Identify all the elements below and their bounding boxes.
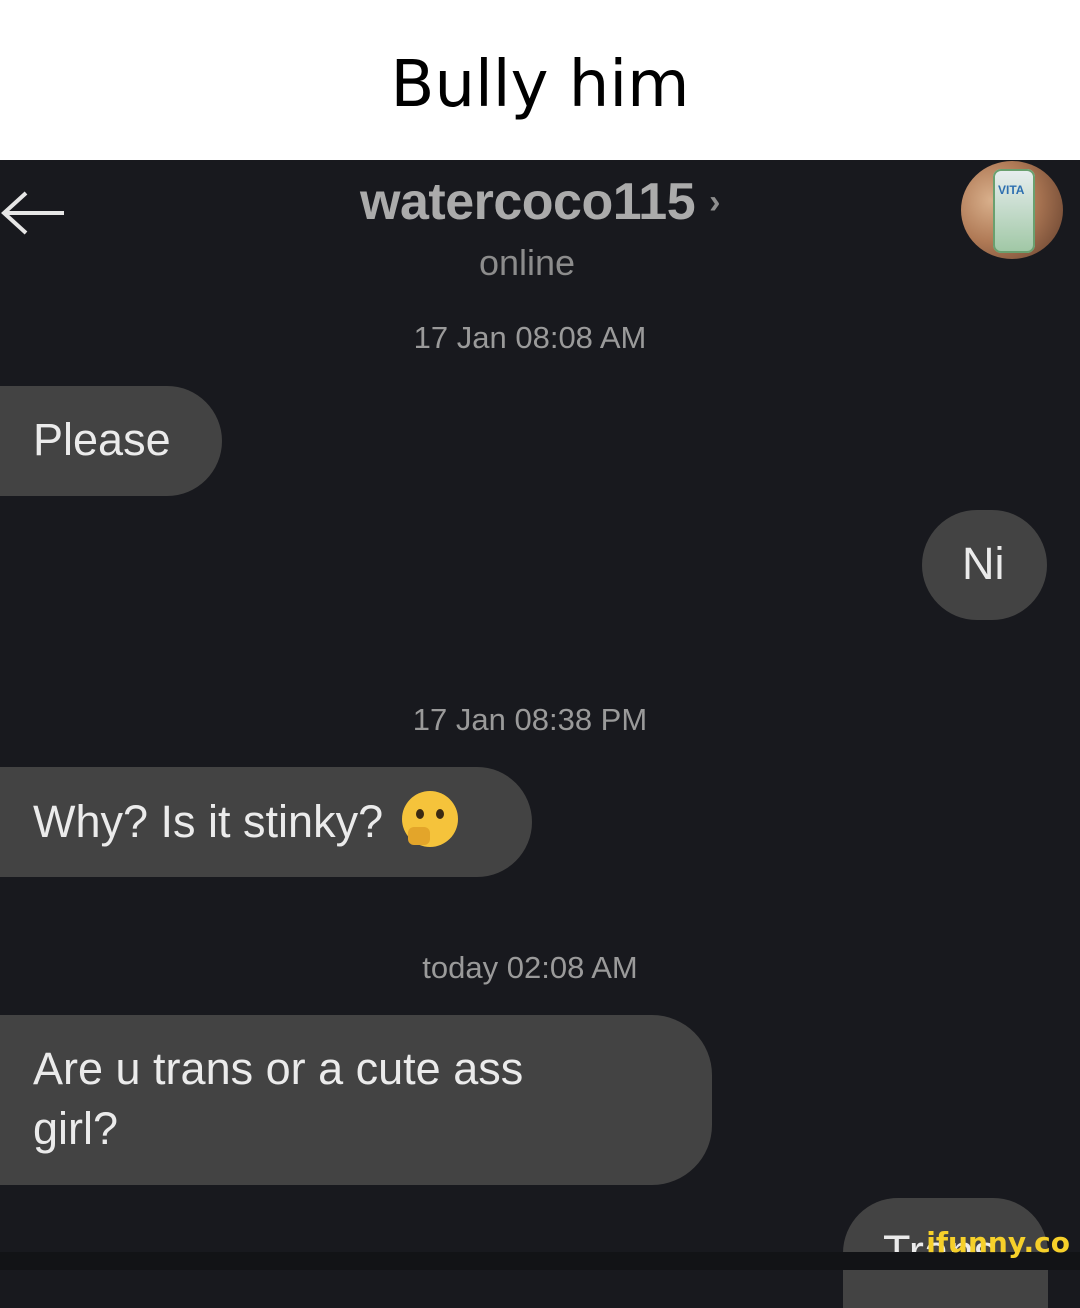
received-message-bubble[interactable]: Are u trans or a cute ass girl?	[0, 1015, 712, 1185]
avatar[interactable]: VITA	[961, 161, 1063, 259]
ifunny-watermark: ifunny.co	[926, 1226, 1070, 1259]
received-message-bubble[interactable]: Please	[0, 386, 222, 496]
message-text: Why? Is it stinky?	[33, 796, 384, 847]
thinking-face-emoji-icon	[401, 791, 458, 847]
chat-screen: watercoco115 › online VITA 17 Jan 08:08 A…	[0, 160, 1080, 1308]
timestamp: today 02:08 AM	[422, 950, 638, 985]
timestamp: 17 Jan 08:38 PM	[412, 702, 648, 737]
timestamp: 17 Jan 08:08 AM	[413, 320, 647, 355]
chevron-right-icon[interactable]: ›	[709, 183, 720, 221]
coconut-water-bottle-icon: VITA	[993, 169, 1035, 253]
received-message-bubble[interactable]: Why? Is it stinky?	[0, 767, 532, 877]
online-status: online	[478, 242, 576, 283]
footer-bar	[0, 1252, 1080, 1270]
chat-username[interactable]: watercoco115 ›	[0, 172, 1080, 232]
meme-caption: Bully him	[0, 0, 1080, 160]
sent-message-bubble[interactable]: Ni	[922, 510, 1047, 620]
username-text[interactable]: watercoco115	[360, 173, 696, 231]
